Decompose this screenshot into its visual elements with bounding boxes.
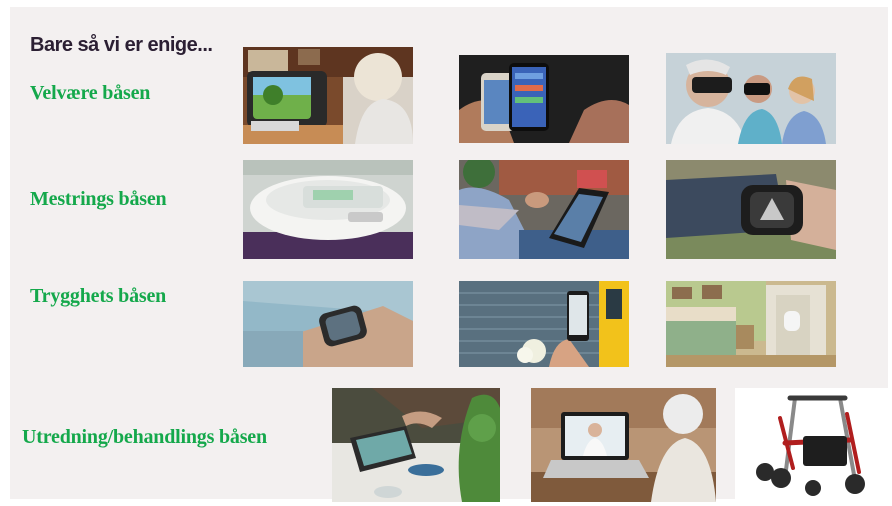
- photo-man-using-tablet: [459, 160, 629, 259]
- photo-smartwatch-on-wrist: [243, 281, 413, 367]
- category-label-trygghet: Trygghets båsen: [30, 285, 167, 307]
- category-label-utredning: Utredning/behandlings båsen: [22, 426, 267, 448]
- photo-elderly-watching-tv: [243, 47, 413, 144]
- photo-pill-dispenser-device: [243, 160, 413, 259]
- photo-video-consultation-laptop: [531, 388, 716, 502]
- photo-bedroom-bathroom-illustration: [666, 281, 836, 367]
- category-label-velvaere: Velvære båsen: [30, 82, 151, 104]
- photo-hands-holding-smartphones: [459, 55, 629, 143]
- slide-title: Bare så vi er enige...: [30, 34, 213, 56]
- photo-smartphone-doorbell-app: [459, 281, 629, 367]
- category-label-mestring: Mestrings båsen: [30, 188, 167, 210]
- photo-rollator-walker: [735, 388, 892, 502]
- photo-blood-pressure-tablet: [332, 388, 500, 502]
- photo-wrist-alarm-device: [666, 160, 836, 259]
- photo-elderly-vr-headset: [666, 53, 836, 144]
